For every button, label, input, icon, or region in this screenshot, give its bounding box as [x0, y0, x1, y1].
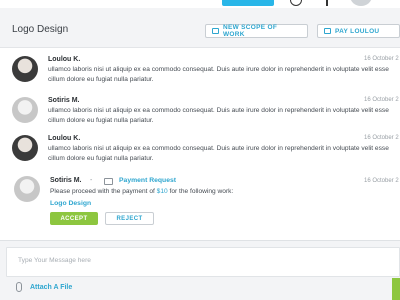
- message-author: Loulou K.: [48, 56, 81, 63]
- accept-button[interactable]: ACCEPT: [50, 212, 98, 225]
- message-text: ullamco laboris nisi ut aliquip ex ea co…: [48, 107, 389, 124]
- paperclip-icon: [16, 282, 22, 292]
- new-scope-of-work-label: NEW SCOPE OF WORK: [223, 24, 278, 38]
- avatar: [12, 56, 38, 82]
- attach-file-label: Attach A File: [30, 283, 73, 291]
- message-date: 16 October 2: [364, 56, 399, 62]
- message-author: Sotiris M.: [50, 177, 82, 184]
- user-avatar[interactable]: [350, 0, 372, 6]
- help-icon[interactable]: [290, 0, 302, 6]
- payment-request-label: Payment Request: [119, 177, 177, 184]
- message-input[interactable]: Type Your Message here: [6, 247, 400, 277]
- attach-file-button[interactable]: Attach A File: [16, 282, 72, 292]
- reject-button[interactable]: REJECT: [105, 212, 154, 225]
- notification-icon[interactable]: [326, 0, 328, 6]
- message-input-placeholder: Type Your Message here: [18, 257, 91, 264]
- author-separator: -: [90, 177, 93, 184]
- payment-request-icon: [104, 178, 113, 185]
- payment-item-link[interactable]: Logo Design: [50, 200, 91, 207]
- message-author: Sotiris M.: [48, 97, 80, 104]
- message-text: ullamco laboris nisi ut aliquip ex ea co…: [48, 145, 389, 162]
- wallet-icon: [324, 28, 331, 34]
- payment-amount: $10: [156, 188, 168, 195]
- document-icon: [212, 28, 219, 34]
- message-date: 16 October 2: [364, 135, 399, 141]
- avatar: [14, 176, 40, 202]
- conversation-header: Logo Design NEW SCOPE OF WORK PAY LOULOU: [0, 8, 400, 48]
- message-date: 16 October 2: [364, 97, 399, 103]
- payment-text-after: for the following work:: [167, 188, 234, 195]
- pay-button-label: PAY LOULOU: [335, 27, 380, 35]
- send-button[interactable]: [392, 278, 400, 300]
- message-author: Loulou K.: [48, 135, 81, 142]
- message-composer: Type Your Message here Attach A File: [0, 240, 400, 300]
- top-bar: [0, 0, 400, 8]
- top-cta-button[interactable]: [222, 0, 274, 6]
- payment-request-text: Please proceed with the payment of $10 f…: [50, 188, 233, 195]
- message-date: 16 October 2: [364, 178, 399, 184]
- avatar: [12, 135, 38, 161]
- avatar: [12, 97, 38, 123]
- payment-text-before: Please proceed with the payment of: [50, 188, 157, 195]
- new-scope-of-work-button[interactable]: NEW SCOPE OF WORK: [205, 24, 308, 38]
- page-title: Logo Design: [12, 24, 69, 35]
- message-text: ullamco laboris nisi ut aliquip ex ea co…: [48, 66, 389, 83]
- pay-button[interactable]: PAY LOULOU: [317, 24, 400, 38]
